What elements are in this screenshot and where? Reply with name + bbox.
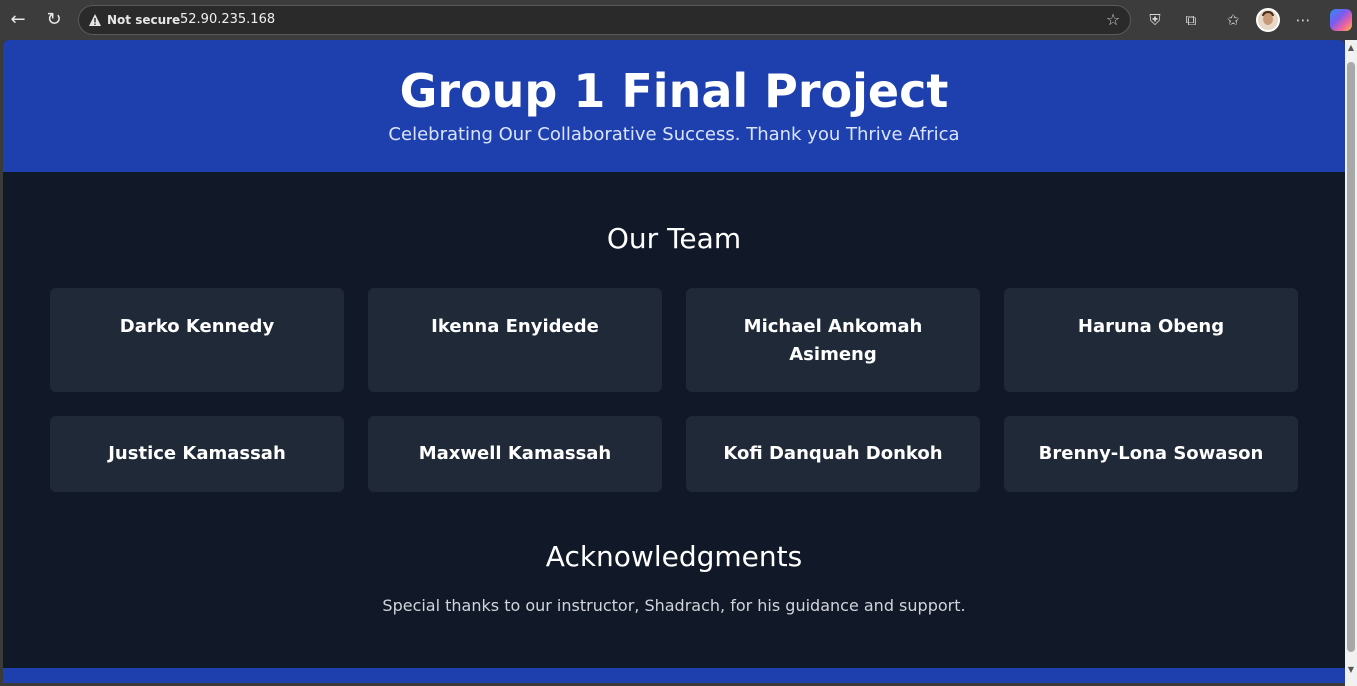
scroll-up-icon[interactable]: ▲ [1345,42,1357,54]
footer-bar [3,668,1345,683]
address-bar[interactable]: Not secure 52.90.235.168 ☆ [78,5,1131,35]
page-header: Group 1 Final Project Celebrating Our Co… [3,40,1345,172]
vertical-scrollbar[interactable]: ▲ ▼ [1345,40,1357,686]
scroll-down-icon[interactable]: ▼ [1345,664,1357,676]
page-title: Group 1 Final Project [399,64,949,118]
browser-toolbar: ← ↻ Not secure 52.90.235.168 ☆ ⛨ ⧉ ✩ ⋯ [0,0,1357,40]
warning-icon[interactable] [88,13,102,27]
avatar[interactable] [1256,8,1280,32]
team-member-card: Maxwell Kamassah [368,416,662,492]
copilot-icon[interactable] [1330,9,1352,31]
team-member-card: Haruna Obeng [1004,288,1298,392]
team-member-card: Ikenna Enyidede [368,288,662,392]
page-viewport: Group 1 Final Project Celebrating Our Co… [3,40,1345,683]
more-icon[interactable]: ⋯ [1292,9,1314,31]
team-member-card: Brenny-Lona Sowason [1004,416,1298,492]
security-status[interactable]: Not secure [107,13,180,27]
team-member-card: Justice Kamassah [50,416,344,492]
shield-icon[interactable]: ⛨ [1144,9,1166,31]
scroll-thumb[interactable] [1347,62,1355,652]
acknowledgments-heading: Acknowledgments [545,540,803,573]
avatar-face [1263,13,1273,25]
team-member-card: Darko Kennedy [50,288,344,392]
url-text[interactable]: 52.90.235.168 [180,12,275,27]
extensions-icon[interactable]: ⧉ [1180,9,1202,31]
reload-icon[interactable]: ↻ [42,8,66,32]
team-heading: Our Team [606,222,742,255]
star-icon[interactable]: ☆ [1104,11,1122,29]
team-member-card: Kofi Danquah Donkoh [686,416,980,492]
team-member-card: Michael Ankomah Asimeng [686,288,980,392]
acknowledgments-text: Special thanks to our instructor, Shadra… [382,596,966,615]
page-subtitle: Celebrating Our Collaborative Success. T… [388,124,960,145]
favorites-icon[interactable]: ✩ [1222,9,1244,31]
back-icon[interactable]: ← [6,8,30,32]
